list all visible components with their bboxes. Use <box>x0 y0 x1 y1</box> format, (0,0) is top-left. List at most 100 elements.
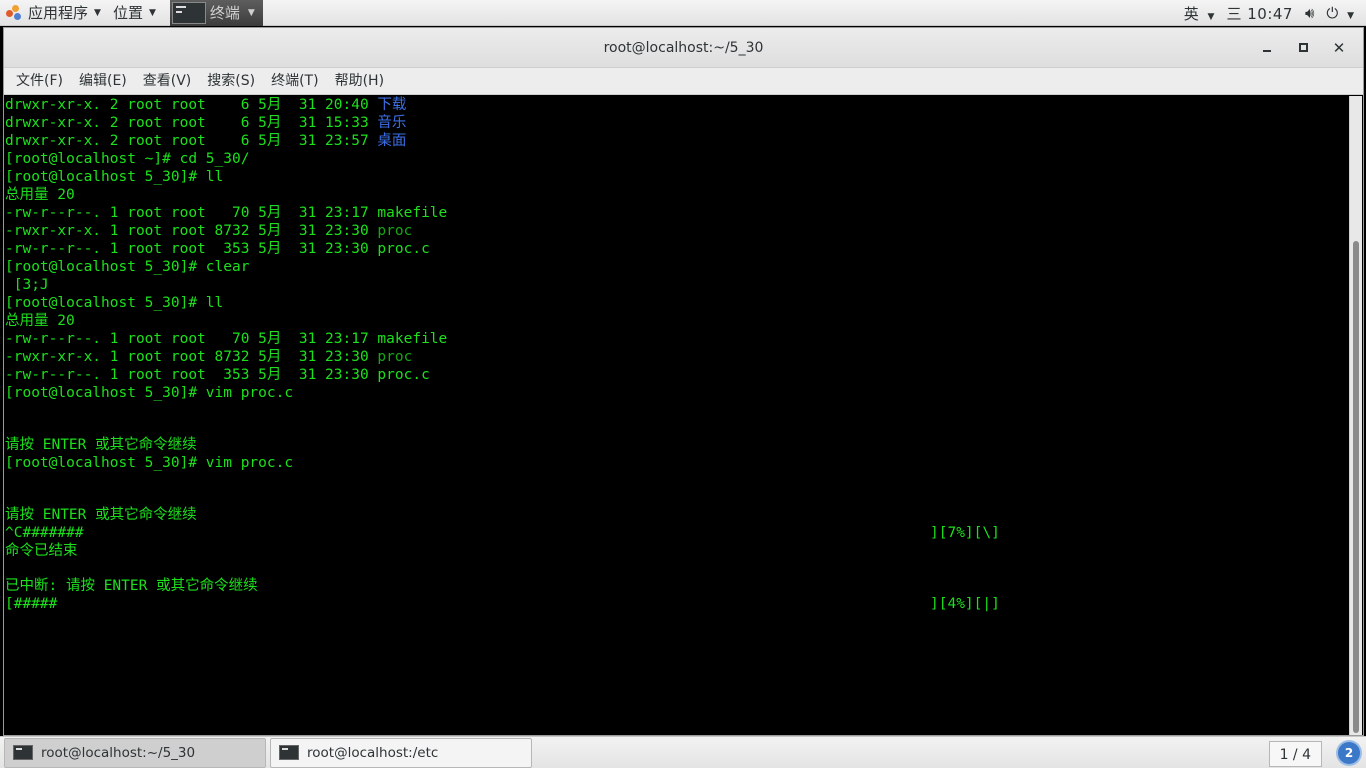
terminal-line: 请按 ENTER 或其它命令继续 <box>5 506 1350 524</box>
progress-indicator: ][7%][\] <box>930 525 1000 541</box>
menu-file[interactable]: 文件(F) <box>8 68 71 95</box>
taskbar-item-home-terminal[interactable]: root@localhost:~/5_30 <box>4 737 266 768</box>
terminal-line: 总用量 20 <box>5 186 1350 204</box>
volume-icon[interactable]: 🔊︎ <box>1305 4 1314 22</box>
terminal-line-text: drwxr-xr-x. 2 root root 6 5月 31 15:33 <box>5 115 378 131</box>
applications-label: 应用程序 <box>28 4 89 22</box>
menu-help[interactable]: 帮助(H) <box>327 68 392 95</box>
terminal-line: [root@localhost 5_30]# vim proc.c <box>5 384 1350 402</box>
terminal-line: ^C#######][7%][\] <box>5 524 1350 542</box>
menu-view[interactable]: 查看(V) <box>135 68 200 95</box>
terminal-line-text: 总用量 20 <box>5 187 75 203</box>
places-menu[interactable]: 位置 ▼ <box>107 0 162 26</box>
menu-terminal[interactable]: 终端(T) <box>263 68 326 95</box>
terminal-line-text: -rw-r--r--. 1 root root 353 5月 31 23:30 … <box>5 367 430 383</box>
terminal-line-text: -rw-r--r--. 1 root root 70 5月 31 23:17 m… <box>5 205 448 221</box>
menu-edit[interactable]: 编辑(E) <box>71 68 135 95</box>
chevron-down-icon: ▼ <box>148 7 156 18</box>
gnome-foot-icon <box>6 4 22 21</box>
terminal-line: -rw-r--r--. 1 root root 70 5月 31 23:17 m… <box>5 204 1350 222</box>
terminal-line-text: -rwxr-xr-x. 1 root root 8732 5月 31 23:30 <box>5 349 378 365</box>
terminal-line-text: 请按 ENTER 或其它命令继续 <box>5 437 197 453</box>
terminal-line-text: [3;J <box>5 277 49 293</box>
taskbar-item-etc-terminal[interactable]: root@localhost:/etc <box>270 737 532 768</box>
terminal-line-text: 命令已结束 <box>5 543 78 559</box>
terminal-icon <box>171 1 206 24</box>
terminal-filename: 音乐 <box>377 115 407 131</box>
terminal-line-text: [root@localhost 5_30]# ll <box>5 169 224 185</box>
terminal-filename: 下载 <box>377 97 407 113</box>
places-label: 位置 <box>112 4 143 22</box>
chevron-down-icon: ▼ <box>247 7 255 18</box>
terminal-line-text: 已中断: 请按 ENTER 或其它命令继续 <box>5 578 258 594</box>
terminal-line-text: 总用量 20 <box>5 313 75 329</box>
maximize-button[interactable] <box>1285 28 1321 68</box>
chevron-down-icon: ▼ <box>1347 11 1354 21</box>
current-app-menu[interactable]: 终端 ▼ <box>169 0 263 26</box>
workspace-indicator[interactable]: 1 / 4 <box>1268 741 1322 767</box>
menu-search[interactable]: 搜索(S) <box>199 68 263 95</box>
terminal-line-text: [root@localhost 5_30]# clear <box>5 259 250 275</box>
terminal-line: -rwxr-xr-x. 1 root root 8732 5月 31 23:30… <box>5 348 1350 366</box>
taskbar-item-label: root@localhost:/etc <box>307 744 439 761</box>
terminal-line: [root@localhost 5_30]# ll <box>5 168 1350 186</box>
power-icon: ⏻ <box>1326 4 1339 22</box>
system-menu[interactable]: ⏻ ▼ <box>1326 4 1354 22</box>
terminal-line-text: [root@localhost 5_30]# vim proc.c <box>5 385 294 401</box>
window-title: root@localhost:~/5_30 <box>603 40 764 56</box>
scrollbar-thumb[interactable] <box>1353 241 1359 733</box>
terminal-line-text: drwxr-xr-x. 2 root root 6 5月 31 23:57 <box>5 133 378 149</box>
terminal-line: 请按 ENTER 或其它命令继续 <box>5 436 1350 454</box>
terminal-scrollbar[interactable] <box>1349 96 1362 735</box>
applications-menu[interactable]: 应用程序 ▼ <box>0 0 107 26</box>
terminal-line: 总用量 20 <box>5 312 1350 330</box>
progress-indicator: ][4%][|] <box>930 596 1000 612</box>
maximize-icon <box>1298 43 1308 52</box>
notification-badge[interactable]: 2 <box>1338 742 1360 764</box>
current-app-label: 终端 <box>209 4 240 22</box>
menu-bar: 文件(F) 编辑(E) 查看(V) 搜索(S) 终端(T) 帮助(H) <box>4 68 1363 95</box>
terminal-line-text: drwxr-xr-x. 2 root root 6 5月 31 20:40 <box>5 97 378 113</box>
terminal-line-text: -rw-r--r--. 1 root root 353 5月 31 23:30 … <box>5 241 430 257</box>
terminal-line-text: [root@localhost 5_30]# ll <box>5 295 224 311</box>
input-method-indicator[interactable]: 英 ▼ <box>1184 3 1215 24</box>
terminal-icon <box>279 745 299 760</box>
window-titlebar[interactable]: root@localhost:~/5_30 ✕ <box>4 28 1363 68</box>
clock[interactable]: 三 10:47 <box>1226 3 1293 24</box>
terminal-line: [##### ][4%][|] <box>5 595 1350 613</box>
terminal-filename: proc <box>377 223 413 239</box>
terminal-line: -rw-r--r--. 1 root root 353 5月 31 23:30 … <box>5 240 1350 258</box>
terminal-line: -rw-r--r--. 1 root root 353 5月 31 23:30 … <box>5 366 1350 384</box>
terminal-line-text: [root@localhost ~]# cd 5_30/ <box>5 151 250 167</box>
taskbar-item-label: root@localhost:~/5_30 <box>41 744 196 761</box>
close-icon: ✕ <box>1332 39 1346 57</box>
minimize-icon <box>1263 49 1271 52</box>
terminal-line-text: -rwxr-xr-x. 1 root root 8732 5月 31 23:30 <box>5 223 378 239</box>
terminal-line: [root@localhost 5_30]# clear <box>5 258 1350 276</box>
chevron-down-icon: ▼ <box>1207 11 1215 22</box>
terminal-line-text: [##### <box>5 596 58 612</box>
terminal-line: drwxr-xr-x. 2 root root 6 5月 31 15:33 音乐 <box>5 114 1350 132</box>
bottom-taskbar: root@localhost:~/5_30 root@localhost:/et… <box>0 736 1366 768</box>
terminal-line-text: -rw-r--r--. 1 root root 70 5月 31 23:17 m… <box>5 331 448 347</box>
terminal-line: [root@localhost 5_30]# ll <box>5 294 1350 312</box>
terminal-line: drwxr-xr-x. 2 root root 6 5月 31 23:57 桌面 <box>5 132 1350 150</box>
terminal-line: -rwxr-xr-x. 1 root root 8732 5月 31 23:30… <box>5 222 1350 240</box>
terminal-line-text: 请按 ENTER 或其它命令继续 <box>5 507 197 523</box>
input-method-label: 英 <box>1183 4 1199 23</box>
close-button[interactable]: ✕ <box>1321 28 1357 68</box>
terminal-window: root@localhost:~/5_30 ✕ 文件(F) 编辑(E) 查看(V… <box>3 27 1364 736</box>
terminal-line: [root@localhost ~]# cd 5_30/ <box>5 150 1350 168</box>
minimize-button[interactable] <box>1249 28 1285 68</box>
chevron-down-icon: ▼ <box>94 7 101 18</box>
top-panel: 应用程序 ▼ 位置 ▼ 终端 ▼ 英 ▼ 三 10:47 🔊︎ ⏻ ▼ <box>0 0 1366 26</box>
terminal-filename: 桌面 <box>377 133 407 149</box>
terminal-output[interactable]: drwxr-xr-x. 2 root root 6 5月 31 20:40 下载… <box>4 96 1350 735</box>
terminal-line: 命令已结束 <box>5 542 1350 560</box>
terminal-line: -rw-r--r--. 1 root root 70 5月 31 23:17 m… <box>5 330 1350 348</box>
